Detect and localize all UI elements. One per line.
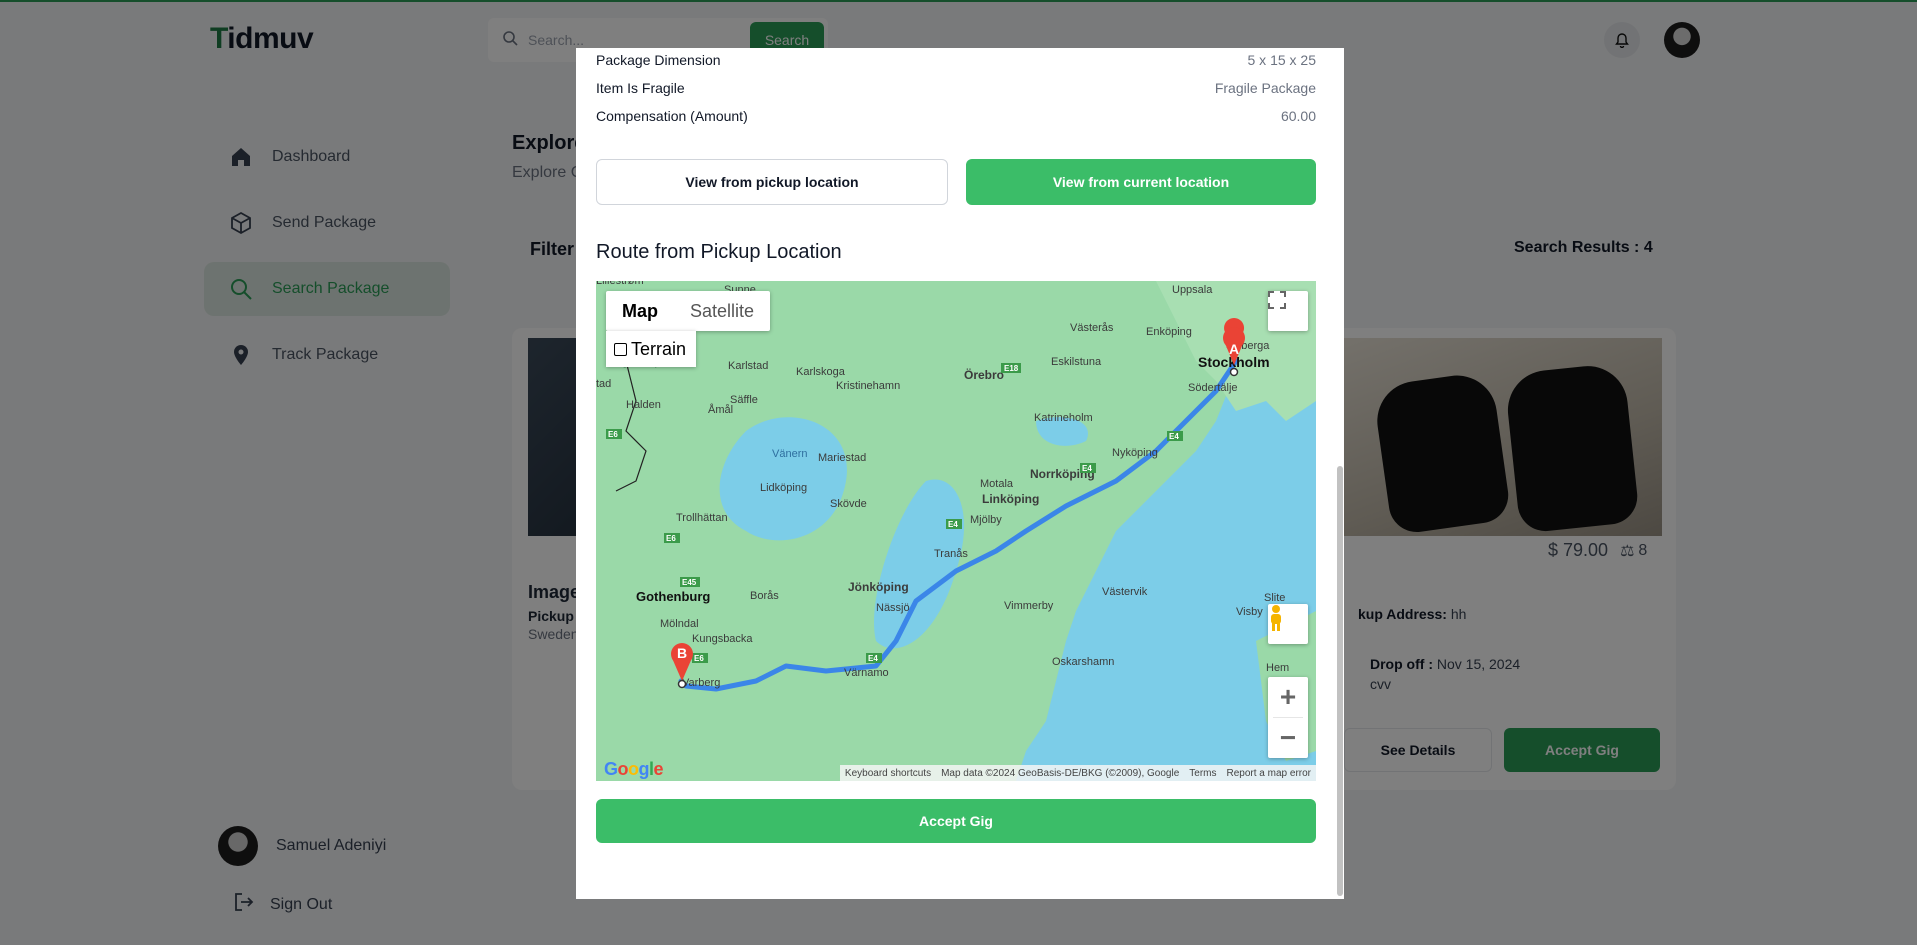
- svg-text:Kristinehamn: Kristinehamn: [836, 380, 900, 392]
- svg-text:Oskarshamn: Oskarshamn: [1052, 656, 1114, 668]
- marker-b-label: B: [677, 645, 688, 661]
- modal-scrollbar[interactable]: [1337, 466, 1343, 896]
- svg-text:Katrineholm: Katrineholm: [1034, 412, 1093, 424]
- svg-text:Västerås: Västerås: [1070, 322, 1114, 334]
- svg-text:E6: E6: [694, 654, 704, 663]
- svg-text:E6: E6: [666, 534, 676, 543]
- terrain-label: Terrain: [631, 338, 687, 359]
- svg-text:E6: E6: [608, 430, 618, 439]
- svg-text:Hem: Hem: [1266, 662, 1289, 674]
- map-canvas: Sunne Arvika Uppsala Lillestrøm Västerås…: [596, 281, 1316, 781]
- detail-key: Item Is Fragile: [596, 80, 685, 96]
- svg-text:Kungsbacka: Kungsbacka: [692, 633, 753, 645]
- svg-text:Nyköping: Nyköping: [1112, 447, 1158, 459]
- svg-text:Örebro: Örebro: [964, 367, 1004, 382]
- svg-text:E18: E18: [1004, 364, 1019, 373]
- svg-text:Nässjö: Nässjö: [876, 602, 910, 614]
- svg-text:Karlskoga: Karlskoga: [796, 366, 846, 378]
- svg-text:Linköping: Linköping: [982, 492, 1039, 506]
- svg-text:E4: E4: [1169, 432, 1179, 441]
- map-data-credit: Map data ©2024 GeoBasis-DE/BKG (©2009), …: [941, 767, 1180, 779]
- detail-row: Package Dimension 5 x 15 x 25: [596, 52, 1316, 68]
- svg-text:E4: E4: [948, 520, 958, 529]
- svg-text:Enköping: Enköping: [1146, 326, 1192, 338]
- svg-text:Mariestad: Mariestad: [818, 452, 866, 464]
- terrain-toggle[interactable]: Terrain: [606, 331, 696, 367]
- svg-text:E45: E45: [682, 578, 697, 587]
- street-view-pegman-icon[interactable]: [1268, 604, 1308, 644]
- svg-text:Slite: Slite: [1264, 592, 1285, 604]
- svg-text:Halden: Halden: [626, 399, 661, 411]
- svg-text:Karlstad: Karlstad: [728, 360, 768, 372]
- terms-link[interactable]: Terms: [1184, 768, 1221, 779]
- map-type-map[interactable]: Map: [606, 291, 674, 331]
- route-title: Route from Pickup Location: [596, 241, 842, 263]
- svg-text:Visby: Visby: [1236, 606, 1263, 618]
- svg-text:Åmål: Åmål: [708, 403, 733, 416]
- svg-text:Mjölby: Mjölby: [970, 514, 1002, 526]
- detail-key: Compensation (Amount): [596, 108, 748, 124]
- svg-text:Lidköping: Lidköping: [760, 482, 807, 494]
- map-attribution: Keyboard shortcuts Map data ©2024 GeoBas…: [839, 765, 1316, 781]
- svg-text:E4: E4: [1082, 464, 1092, 473]
- checkbox-icon: [614, 342, 627, 356]
- svg-text:Jönköping: Jönköping: [848, 580, 909, 594]
- svg-text:tad: tad: [596, 378, 611, 390]
- detail-value: 60.00: [1280, 108, 1316, 124]
- detail-key: Package Dimension: [596, 52, 721, 68]
- google-logo[interactable]: Google: [604, 759, 664, 780]
- map-type-satellite[interactable]: Satellite: [674, 291, 770, 331]
- svg-text:Vänern: Vänern: [772, 448, 807, 460]
- marker-a-label: A: [1229, 341, 1240, 357]
- svg-text:Mölndal: Mölndal: [660, 618, 699, 630]
- detail-value: 5 x 15 x 25: [1247, 52, 1317, 68]
- detail-row: Compensation (Amount) 60.00: [596, 108, 1316, 124]
- svg-text:Södertälje: Södertälje: [1188, 382, 1238, 394]
- zoom-in-icon[interactable]: +: [1268, 677, 1308, 717]
- svg-text:Skövde: Skövde: [830, 498, 867, 510]
- detail-row: Item Is Fragile Fragile Package: [596, 80, 1316, 96]
- svg-text:Uppsala: Uppsala: [1172, 284, 1213, 296]
- svg-text:Eskilstuna: Eskilstuna: [1051, 356, 1102, 368]
- view-from-pickup-button[interactable]: View from pickup location: [596, 159, 948, 205]
- map-type-control: Map Satellite: [606, 291, 771, 331]
- report-error-link[interactable]: Report a map error: [1222, 768, 1316, 779]
- svg-text:Motala: Motala: [980, 478, 1014, 490]
- keyboard-shortcuts-link[interactable]: Keyboard shortcuts: [840, 768, 936, 779]
- view-from-current-button[interactable]: View from current location: [966, 159, 1316, 205]
- svg-text:Varberg: Varberg: [682, 677, 720, 689]
- svg-text:Trollhättan: Trollhättan: [676, 512, 728, 524]
- detail-value: Fragile Package: [1214, 80, 1316, 96]
- svg-text:Värnamo: Värnamo: [844, 667, 889, 679]
- svg-text:Tranås: Tranås: [934, 548, 968, 560]
- route-map[interactable]: Sunne Arvika Uppsala Lillestrøm Västerås…: [596, 281, 1316, 781]
- package-details-modal: Package Dimension 5 x 15 x 25 Item Is Fr…: [576, 48, 1344, 899]
- svg-text:Västervik: Västervik: [1102, 586, 1148, 598]
- svg-text:E4: E4: [868, 654, 878, 663]
- accept-gig-button[interactable]: Accept Gig: [596, 799, 1316, 843]
- svg-text:Lillestrøm: Lillestrøm: [596, 281, 644, 287]
- fullscreen-icon[interactable]: [1268, 291, 1308, 331]
- svg-text:Säffle: Säffle: [730, 394, 758, 406]
- svg-text:Borås: Borås: [750, 590, 779, 602]
- zoom-control: + −: [1268, 677, 1308, 758]
- svg-text:Vimmerby: Vimmerby: [1004, 600, 1054, 612]
- zoom-out-icon[interactable]: −: [1268, 718, 1308, 758]
- svg-text:Gothenburg: Gothenburg: [636, 589, 710, 604]
